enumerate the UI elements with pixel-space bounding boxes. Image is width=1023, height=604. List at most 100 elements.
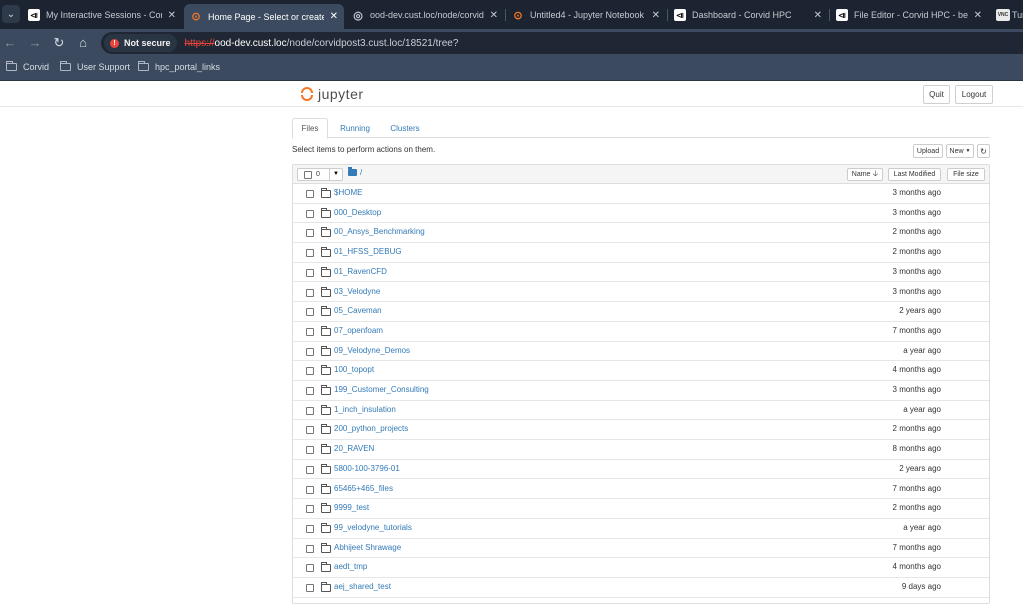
folder-link[interactable]: 000_Desktop <box>334 208 381 217</box>
table-row[interactable]: 99_velodyne_tutorials a year ago <box>293 519 989 539</box>
table-row[interactable]: 9999_test 2 months ago <box>293 499 989 519</box>
url-text[interactable]: https://ood-dev.cust.loc/node/corvidpost… <box>185 38 459 49</box>
table-row[interactable]: 20_RAVEN 8 months ago <box>293 440 989 460</box>
row-checkbox[interactable] <box>306 209 314 218</box>
security-indicator[interactable]: ! Not secure <box>104 34 177 52</box>
browser-tab-file-editor[interactable]: ⧏ File Editor - Corvid HPC - befor ✕ <box>830 4 988 26</box>
sort-by-name-button[interactable]: Name 🡣 <box>847 168 883 181</box>
table-row[interactable]: 199_Customer_Consulting 3 months ago <box>293 381 989 401</box>
table-row[interactable]: 05_Caveman 2 years ago <box>293 302 989 322</box>
row-checkbox[interactable] <box>306 387 314 395</box>
folder-link[interactable]: 09_Velodyne_Demos <box>334 346 410 355</box>
breadcrumb[interactable]: / <box>348 167 362 177</box>
table-row[interactable]: Abhijeet Shrawage 7 months ago <box>293 539 989 559</box>
folder-link[interactable]: 00_Ansys_Benchmarking <box>334 227 425 236</box>
row-checkbox[interactable] <box>306 367 314 376</box>
folder-link[interactable]: 199_Customer_Consulting <box>334 385 429 394</box>
table-row[interactable]: 1_inch_insulation a year ago <box>293 401 989 421</box>
browser-tab-interactive-sessions[interactable]: ⧏ My Interactive Sessions - Corvid ✕ <box>22 4 182 26</box>
folder-link[interactable]: 9999_test <box>334 503 369 512</box>
tab-search-chevron-icon[interactable]: ⌄ <box>2 5 20 23</box>
bookmark-user-support[interactable]: User Support <box>60 61 130 72</box>
table-row[interactable]: 01_RavenCFD 3 months ago <box>293 263 989 283</box>
table-row[interactable]: 09_Velodyne_Demos a year ago <box>293 342 989 362</box>
row-checkbox[interactable] <box>306 406 314 415</box>
jupyter-logo[interactable]: jupyter <box>300 86 364 102</box>
quit-button[interactable]: Quit <box>923 85 950 104</box>
logout-button[interactable]: Logout <box>955 85 993 104</box>
row-checkbox[interactable] <box>306 288 314 297</box>
table-row[interactable]: aej_shared_test 9 days ago <box>293 578 989 598</box>
folder-link[interactable]: 5800-100-3796-01 <box>334 464 400 473</box>
row-checkbox[interactable] <box>306 249 314 258</box>
row-checkbox[interactable] <box>306 190 314 198</box>
browser-tab-ood-dev[interactable]: ◎ ood-dev.cust.loc/node/corvidp ✕ <box>346 4 504 26</box>
folder-link[interactable]: 1_inch_insulation <box>334 405 396 414</box>
upload-button[interactable]: Upload <box>913 144 943 158</box>
folder-link[interactable]: 65465+465_files <box>334 484 393 493</box>
close-icon[interactable]: ✕ <box>814 10 822 21</box>
row-checkbox[interactable] <box>306 308 314 317</box>
close-icon[interactable]: ✕ <box>168 10 176 21</box>
caret-down-icon[interactable]: ▼ <box>329 169 342 180</box>
folder-link[interactable]: aedt_tmp <box>334 562 367 571</box>
row-checkbox[interactable] <box>306 505 314 514</box>
row-checkbox[interactable] <box>306 426 314 435</box>
folder-link[interactable]: 100_topopt <box>334 365 374 374</box>
table-row[interactable]: 200_python_projects 2 months ago <box>293 420 989 441</box>
bookmark-corvid[interactable]: Corvid <box>6 61 49 72</box>
folder-link[interactable]: 200_python_projects <box>334 424 408 433</box>
folder-link[interactable]: 07_openfoam <box>334 326 383 335</box>
row-checkbox[interactable] <box>306 268 314 277</box>
forward-arrow-icon[interactable]: → <box>27 35 43 51</box>
table-row[interactable]: 07_openfoam 7 months ago <box>293 322 989 342</box>
close-icon[interactable]: ✕ <box>974 10 982 21</box>
folder-link[interactable]: 03_Velodyne <box>334 287 380 296</box>
folder-link[interactable]: 01_RavenCFD <box>334 267 387 276</box>
folder-link[interactable]: 05_Caveman <box>334 306 382 315</box>
browser-tab-untitled4[interactable]: ⊙ Untitled4 - Jupyter Notebook ✕ <box>506 4 666 26</box>
breadcrumb-root[interactable]: / <box>360 168 362 177</box>
sort-by-file-size-button[interactable]: File size <box>947 168 985 181</box>
table-row[interactable]: 100_topopt 4 months ago <box>293 361 989 381</box>
select-all-checkbox[interactable] <box>304 170 312 179</box>
table-row[interactable]: 65465+465_files 7 months ago <box>293 480 989 500</box>
table-row[interactable]: 5800-100-3796-01 2 years ago <box>293 460 989 480</box>
row-checkbox[interactable] <box>306 584 314 592</box>
close-icon[interactable]: ✕ <box>652 10 660 21</box>
select-all-dropdown[interactable]: 0 ▼ <box>297 168 343 181</box>
row-checkbox[interactable] <box>306 347 314 356</box>
address-bar[interactable]: ! Not secure https://ood-dev.cust.loc/no… <box>101 32 1023 54</box>
close-icon[interactable]: ✕ <box>330 11 338 22</box>
browser-tab-vnc[interactable]: VNC Tur <box>990 4 1023 26</box>
refresh-button[interactable]: ↻ <box>977 144 990 158</box>
close-icon[interactable]: ✕ <box>490 10 498 21</box>
browser-tab-dashboard[interactable]: ⧏ Dashboard - Corvid HPC ✕ <box>668 4 828 26</box>
new-dropdown-button[interactable]: New ▼ <box>946 144 974 158</box>
row-checkbox[interactable] <box>306 524 314 533</box>
row-checkbox[interactable] <box>306 327 314 336</box>
table-row[interactable]: 00_Ansys_Benchmarking 2 months ago <box>293 223 989 244</box>
row-checkbox[interactable] <box>306 485 314 494</box>
sort-by-last-modified-button[interactable]: Last Modified <box>888 168 941 181</box>
table-row[interactable]: 03_Velodyne 3 months ago <box>293 283 989 303</box>
row-checkbox[interactable] <box>306 564 314 573</box>
folder-link[interactable]: 99_velodyne_tutorials <box>334 523 412 532</box>
folder-link[interactable]: aej_shared_test <box>334 582 391 591</box>
bookmark-hpc-portal-links[interactable]: hpc_portal_links <box>138 61 220 72</box>
table-row[interactable]: 01_HFSS_DEBUG 2 months ago <box>293 243 989 263</box>
folder-link[interactable]: 20_RAVEN <box>334 444 374 453</box>
back-arrow-icon[interactable]: ← <box>2 35 18 51</box>
row-checkbox[interactable] <box>306 544 314 553</box>
row-checkbox[interactable] <box>306 465 314 474</box>
browser-tab-home-page[interactable]: ⊙ Home Page - Select or create a ✕ <box>184 4 344 29</box>
folder-link[interactable]: Abhijeet Shrawage <box>334 543 401 552</box>
table-row[interactable]: aedt_tmp 4 months ago <box>293 558 989 578</box>
folder-link[interactable]: $HOME <box>334 188 362 197</box>
tab-running[interactable]: Running <box>333 118 377 138</box>
table-row[interactable]: $HOME 3 months ago <box>293 184 989 204</box>
reload-icon[interactable]: ↻ <box>51 35 67 51</box>
tab-files[interactable]: Files <box>292 118 328 139</box>
tab-clusters[interactable]: Clusters <box>384 118 426 138</box>
table-row[interactable]: 000_Desktop 3 months ago <box>293 204 989 224</box>
